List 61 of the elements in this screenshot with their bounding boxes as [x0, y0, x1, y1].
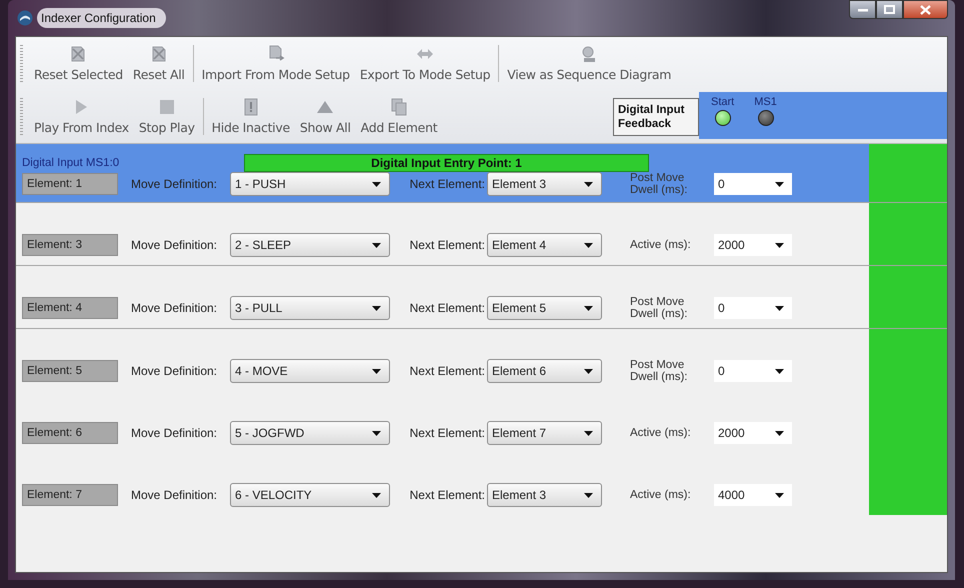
- value-dropdown[interactable]: 0: [714, 297, 792, 319]
- feedback-label: Digital Input Feedback: [613, 98, 699, 136]
- element-row[interactable]: Element: 3 Move Definition: 2 - SLEEP Next Element: Element 4 Active (ms): 2000: [16, 203, 947, 266]
- element-label: Element: 4: [22, 297, 118, 319]
- field-label: Next Element:: [408, 488, 486, 502]
- selected-element-row[interactable]: Digital Input MS1:0 Digital Input Entry Point: 1 Element: 1 Move Definition: 1 - PUSH Next Element: Element 3 Post Move Dwell (ms): 0: [16, 144, 947, 203]
- next-element-dropdown[interactable]: Element 4: [487, 233, 602, 257]
- toolbar-button[interactable]: Add Element: [356, 90, 442, 143]
- move-definition-dropdown[interactable]: 2 - SLEEP: [230, 233, 390, 257]
- indicator-label: MS1: [754, 96, 777, 108]
- next-element-dropdown[interactable]: Element 3: [487, 483, 602, 507]
- toolbar-button[interactable]: View as Sequence Diagram: [502, 37, 676, 90]
- move-definition-dropdown[interactable]: 4 - MOVE: [230, 359, 390, 383]
- value-dropdown[interactable]: 2000: [714, 234, 792, 256]
- field-label: Move Definition:: [130, 488, 218, 502]
- field-label: Active (ms):: [630, 489, 692, 501]
- value-dropdown[interactable]: 0: [714, 360, 792, 382]
- toolbar-button[interactable]: Reset Selected: [29, 37, 128, 90]
- field-label: Move Definition:: [130, 238, 218, 252]
- element-label: Element: 5: [22, 360, 118, 382]
- field-label: Move Definition:: [130, 364, 218, 378]
- window-title: Indexer Configuration: [37, 8, 166, 28]
- value-dropdown[interactable]: 0: [714, 173, 792, 195]
- field-label: Active (ms):: [630, 239, 692, 251]
- value-dropdown[interactable]: 4000: [714, 484, 792, 506]
- field-label: Post Move Dwell (ms):: [630, 359, 688, 383]
- move-definition-dropdown[interactable]: 3 - PULL: [230, 296, 390, 320]
- next-element-dropdown[interactable]: Element 7: [487, 421, 602, 445]
- move-definition-dropdown[interactable]: 5 - JOGFWD: [230, 421, 390, 445]
- element-label: Element: 7: [22, 484, 118, 506]
- toolbar-button[interactable]: Play From Index: [29, 90, 134, 143]
- toolbar-button[interactable]: Export To Mode Setup: [354, 37, 496, 90]
- toolbar-button[interactable]: Import From Mode Setup: [196, 37, 355, 90]
- field-label: Next Element:: [408, 238, 486, 252]
- element-label: Element: 3: [22, 234, 118, 256]
- next-element-dropdown[interactable]: Element 6: [487, 359, 602, 383]
- toolbar-button[interactable]: Hide Inactive: [206, 90, 295, 143]
- field-label: Move Definition:: [130, 301, 218, 315]
- field-label: Move Definition:: [130, 426, 218, 440]
- entry-point-banner: Digital Input Entry Point: 1: [244, 154, 649, 172]
- element-row[interactable]: Element: 4 Move Definition: 3 - PULL Next Element: Element 5 Post Move Dwell (ms): 0: [16, 266, 947, 329]
- field-label: Active (ms):: [630, 427, 692, 439]
- field-label: Next Element:: [408, 364, 486, 378]
- field-label: Next Element:: [408, 301, 486, 315]
- next-element-dropdown[interactable]: Element 5: [487, 296, 602, 320]
- element-label: Element: 1: [22, 173, 118, 195]
- element-label: Element: 6: [22, 422, 118, 444]
- move-definition-dropdown[interactable]: 6 - VELOCITY: [230, 483, 390, 507]
- field-label: Next Element:: [408, 426, 486, 440]
- value-dropdown[interactable]: 2000: [714, 422, 792, 444]
- toolbar-button[interactable]: Reset All: [128, 37, 190, 90]
- field-label: Next Element:: [408, 177, 486, 191]
- field-label: Move Definition:: [130, 177, 218, 191]
- field-label: Post Move Dwell (ms):: [630, 172, 688, 196]
- digital-input-label: Digital Input MS1:0: [22, 157, 120, 169]
- move-definition-dropdown[interactable]: 1 - PUSH: [230, 172, 390, 196]
- toolbar-button[interactable]: Stop Play: [134, 90, 200, 143]
- field-label: Post Move Dwell (ms):: [630, 296, 688, 320]
- toolbar-button[interactable]: Show All: [294, 90, 356, 143]
- next-element-dropdown[interactable]: Element 3: [487, 172, 602, 196]
- indicator-label: Start: [711, 96, 734, 108]
